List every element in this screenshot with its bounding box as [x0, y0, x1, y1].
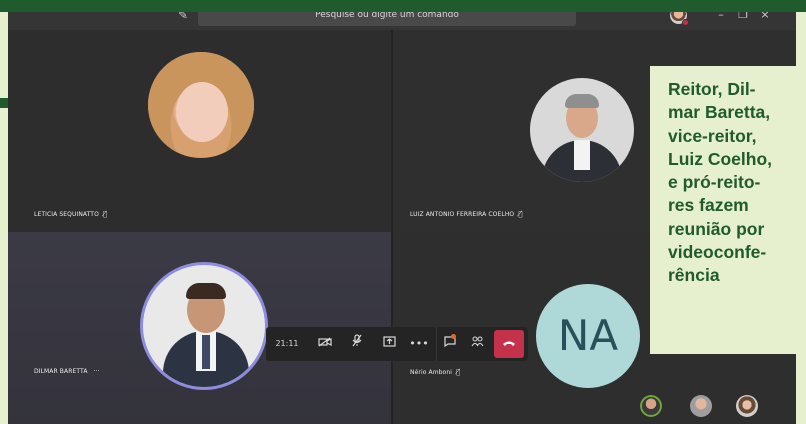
- mic-off-icon[interactable]: [344, 327, 370, 361]
- participant-name-label: LETICIA SEQUINATTO 🎙̸: [34, 210, 107, 218]
- participant-name: LUIZ ANTONIO FERREIRA COELHO: [410, 211, 515, 218]
- tile-divider: [391, 30, 393, 424]
- mic-off-icon: 🎙̸: [102, 210, 108, 218]
- participant-thumbnail[interactable]: [736, 395, 758, 417]
- participant-name: DILMAR BARETTA: [34, 368, 88, 375]
- call-timer: 21:11: [275, 339, 299, 348]
- page-frame-top: [0, 0, 806, 12]
- participant-thumbnail[interactable]: [690, 395, 712, 417]
- participant-name: LETICIA SEQUINATTO: [34, 211, 99, 218]
- mic-off-icon: 🎙̸: [518, 210, 523, 218]
- participant-name-label: LUIZ ANTONIO FERREIRA COELHO 🎙̸: [410, 210, 523, 218]
- more-actions-button[interactable]: •••: [406, 327, 432, 361]
- participant-avatar-dilmar: [140, 262, 268, 390]
- participant-avatar-nerio: NA: [536, 284, 640, 388]
- photo-caption: Reitor, Dil- mar Baretta, vice-reitor, L…: [650, 66, 803, 354]
- participants-icon[interactable]: [464, 327, 490, 361]
- camera-off-icon[interactable]: [312, 327, 338, 361]
- hang-up-button[interactable]: [494, 330, 524, 358]
- participant-thumbnail[interactable]: [640, 395, 662, 417]
- share-screen-icon[interactable]: [376, 327, 402, 361]
- caption-text: Reitor, Dil- mar Baretta, vice-reitor, L…: [668, 79, 773, 286]
- notification-badge: [451, 334, 456, 339]
- mic-off-icon: 🎙̸: [456, 368, 461, 376]
- call-controls-bar: 21:11 •••: [266, 327, 528, 361]
- status-dot-icon: [682, 19, 689, 26]
- more-options-button[interactable]: ···: [94, 368, 100, 375]
- participant-name: Nério Amboni: [410, 369, 452, 376]
- participant-avatar-luiz: [530, 78, 634, 182]
- chat-icon[interactable]: [436, 327, 462, 361]
- participant-name-label: Nério Amboni 🎙̸: [410, 368, 460, 376]
- participant-name-label: DILMAR BARETTA ···: [34, 368, 100, 375]
- participant-avatar-leticia: [148, 52, 254, 158]
